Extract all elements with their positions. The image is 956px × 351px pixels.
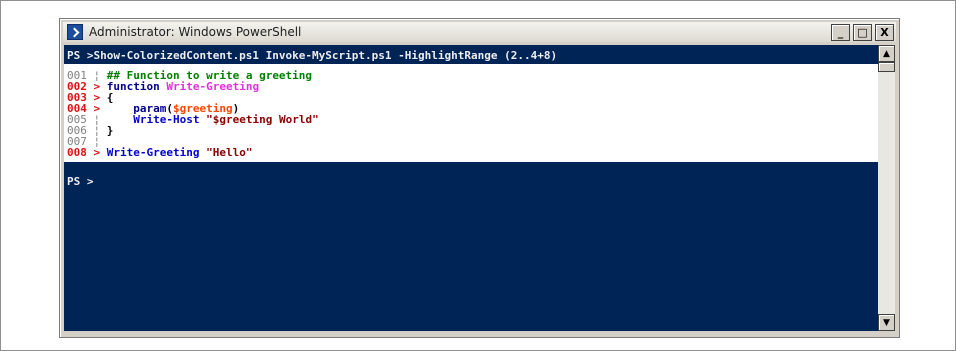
console-area[interactable]: PS >Show-ColorizedContent.ps1 Invoke-MyS… <box>64 45 878 331</box>
highlight-marker: > <box>93 146 101 159</box>
script-listing: 001 ¦ ## Function to write a greeting 002… <box>64 64 878 162</box>
listing-line: 006 ¦ } <box>64 125 878 136</box>
code-token-keyword: function <box>106 80 167 93</box>
scroll-down-arrow-icon[interactable]: ▼ <box>878 314 895 331</box>
maximize-button[interactable]: □ <box>853 23 872 41</box>
code-token-command: Write-Host <box>133 113 200 126</box>
vertical-scrollbar[interactable]: ▲ ▼ <box>878 45 895 331</box>
code-token-string: "$greeting World" <box>206 113 319 126</box>
title-bar[interactable]: Administrator: Windows PowerShell _ □ X <box>63 22 896 42</box>
listing-line: 002 > function Write-Greeting <box>64 81 878 92</box>
window-title: Administrator: Windows PowerShell <box>89 25 302 39</box>
listing-line: 008 > Write-Greeting "Hello" <box>64 147 878 158</box>
scroll-thumb[interactable] <box>878 62 895 72</box>
code-token-command: Write-Greeting <box>106 146 200 159</box>
scroll-up-arrow-icon[interactable]: ▲ <box>878 45 895 62</box>
code-token-plain: } <box>106 124 114 137</box>
prompt: PS > <box>67 175 94 188</box>
powershell-window: Administrator: Windows PowerShell _ □ X … <box>59 18 900 338</box>
minimize-button[interactable]: _ <box>831 23 850 41</box>
powershell-icon <box>67 24 83 40</box>
figure-frame: Administrator: Windows PowerShell _ □ X … <box>0 0 956 351</box>
window-controls: _ □ X <box>831 23 894 41</box>
code-token-function: Write-Greeting <box>166 80 260 93</box>
close-button[interactable]: X <box>875 23 894 41</box>
listing-line: 005 ¦ Write-Host "$greeting World" <box>64 114 878 125</box>
command-line: PS >Show-ColorizedContent.ps1 Invoke-MyS… <box>67 49 558 62</box>
line-number: 008 <box>67 146 87 159</box>
code-token-string: "Hello" <box>206 146 253 159</box>
